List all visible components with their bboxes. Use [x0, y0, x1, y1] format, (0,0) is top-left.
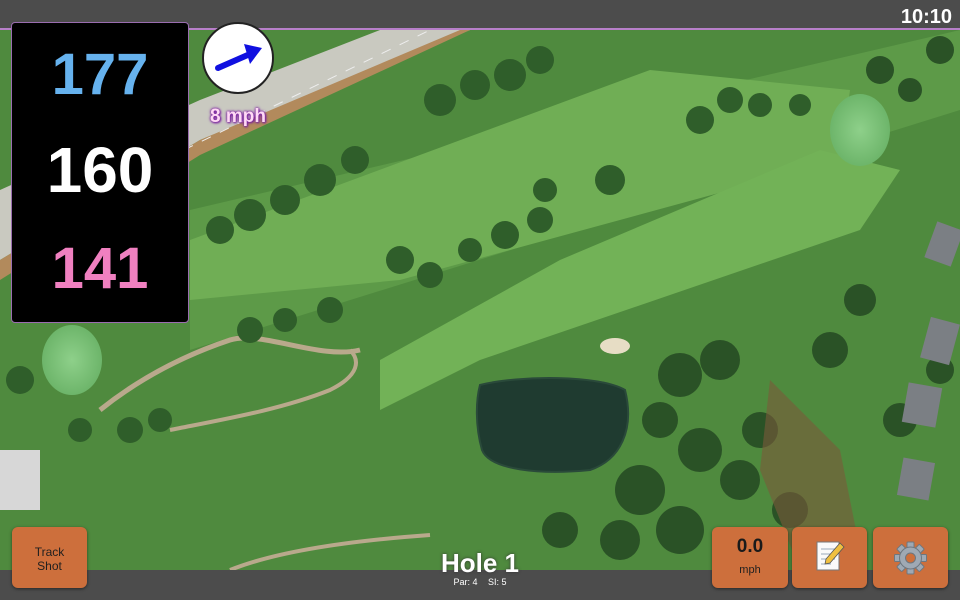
back-of-green-distance: 177: [51, 42, 149, 107]
speed-unit: mph: [739, 564, 761, 576]
hole-title: Hole 1: [440, 548, 520, 578]
track-shot-label-line1: Track: [34, 545, 65, 559]
speed-button[interactable]: 0.0 mph: [712, 527, 788, 588]
settings-button[interactable]: [873, 527, 948, 588]
notepad-pencil-icon: [816, 541, 845, 571]
hole-stroke-index: SI: 5: [488, 577, 507, 587]
gear-icon: [894, 541, 927, 575]
center-of-green-distance: 160: [46, 134, 154, 206]
speed-value: 0.0: [736, 536, 764, 557]
hole-par: Par: 4: [453, 577, 478, 587]
arrow-right-up-icon: [215, 44, 262, 71]
notes-button[interactable]: [792, 527, 867, 588]
clock-time: 10:10: [900, 6, 952, 28]
wind-direction-indicator: [202, 22, 274, 94]
track-shot-button[interactable]: Track Shot: [12, 527, 87, 588]
distance-panel: 177 160 141: [11, 22, 189, 323]
front-of-green-distance: 141: [51, 236, 149, 301]
wind-speed-label: 8 mph: [210, 106, 266, 127]
hole-info: Par: 4 SI: 5: [380, 577, 580, 587]
track-shot-label-line2: Shot: [37, 559, 62, 573]
